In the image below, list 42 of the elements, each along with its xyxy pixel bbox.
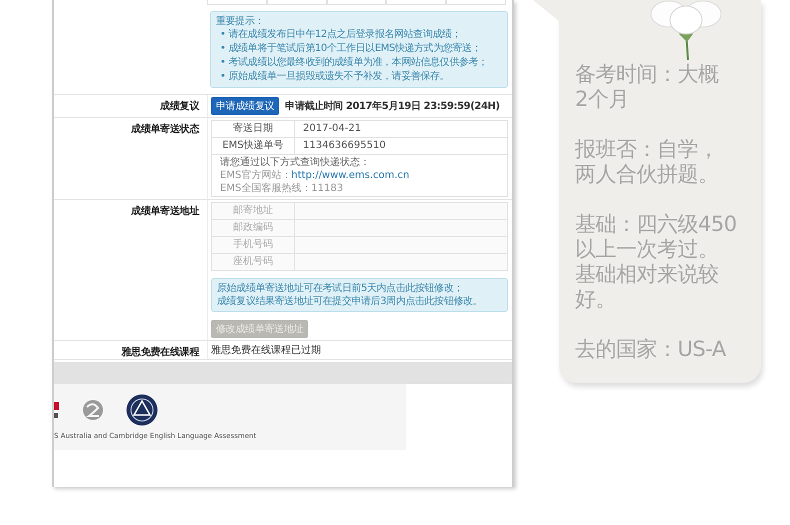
row-label: 成绩单寄送地址 xyxy=(130,204,200,219)
note-line: 报班否：自学， xyxy=(575,137,720,162)
field-label: 寄送日期 xyxy=(212,120,294,138)
website-link[interactable]: http://www.ems.com.cn xyxy=(291,170,410,181)
notice-text: 原始成绩单寄送地址可在考试日前5天内点击此按钮修改； xyxy=(217,282,464,295)
note-line: 2个月 xyxy=(575,87,630,112)
notice-text: 成绩复议结果寄送地址可在提交申请后3周内点击此按钮修改。 xyxy=(217,295,484,308)
circle-logo-icon xyxy=(82,398,104,420)
course-status: 雅思免费在线课程已过期 xyxy=(211,345,321,356)
bullet-mark: • xyxy=(220,70,226,84)
row-label: 雅思免费在线课程 xyxy=(120,346,200,359)
note-line: 好。 xyxy=(575,287,617,312)
row-label: 成绩复议 xyxy=(159,100,200,114)
field-label: 邮政编码 xyxy=(212,220,294,236)
field-label: 邮寄地址 xyxy=(212,202,294,220)
partial-logo-icon xyxy=(54,400,60,420)
note-line: 备考时间：大概 xyxy=(575,62,720,87)
note-line: 两人合伙拼题。 xyxy=(575,162,720,187)
field-label: 座机号码 xyxy=(212,254,294,270)
deadline-text: 申请截止时间 2017年5月19日 23:59:59(24H) xyxy=(285,100,500,113)
hotline-text: EMS全国客服热线：11183 xyxy=(220,182,344,195)
note-line: 以上一次考过。 xyxy=(575,237,720,262)
notice-item: 原始成绩单一旦损毁或遗失不予补发，请妥善保存。 xyxy=(228,70,450,84)
notice-title: 重要提示： xyxy=(216,15,266,28)
query-intro: 请您通过以下方式查询快递状态： xyxy=(220,156,371,169)
notice-item: 成绩单将于笔试后第10个工作日以EMS快递方式为您寄送； xyxy=(228,42,482,56)
review-button[interactable]: 申请成绩复议 xyxy=(211,97,280,115)
note-line: 去的国家：US-A xyxy=(575,337,727,362)
field-value: 2017-04-21 xyxy=(294,120,508,138)
bullet-mark: • xyxy=(220,28,226,42)
note-line: 基础：四六级450 xyxy=(575,212,738,237)
seal-logo-icon xyxy=(126,394,158,426)
row-label: 成绩单寄送状态 xyxy=(130,122,200,137)
bullet-mark: • xyxy=(220,56,226,70)
bullet-mark: • xyxy=(220,42,226,56)
field-label: 手机号码 xyxy=(212,236,294,254)
field-value: 1134636695510 xyxy=(294,138,508,154)
notice-item: 请在成绩发布日中午12点之后登录报名网站查询成绩； xyxy=(228,28,462,42)
notice-item: 考试成绩以您最终收到的成绩单为准，本网站信息仅供参考； xyxy=(228,56,488,70)
note-line: 基础相对来说较 xyxy=(575,262,720,287)
website-label: EMS官方网站： xyxy=(220,170,292,181)
field-label: EMS快递单号 xyxy=(212,138,294,154)
